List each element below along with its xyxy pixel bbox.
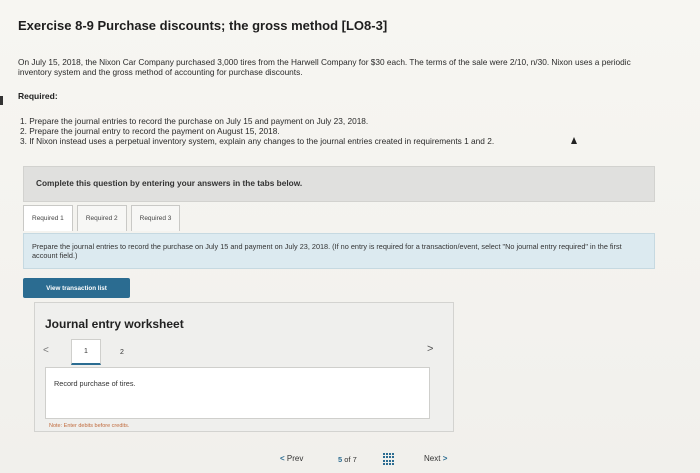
entry-description-box: Record purchase of tires. — [45, 367, 430, 419]
grid-icon[interactable] — [383, 453, 395, 465]
page-counter: 5 of 7 — [338, 455, 357, 464]
chevron-left-icon[interactable]: < — [43, 345, 49, 356]
of-label: of — [344, 455, 351, 464]
requirement-item: 2. Prepare the journal entry to record t… — [20, 126, 280, 136]
mouse-cursor-icon — [571, 137, 577, 144]
requirement-item: 1. Prepare the journal entries to record… — [20, 116, 369, 126]
tab-prompt-text: Prepare the journal entries to record th… — [32, 242, 622, 260]
worksheet-page-1[interactable]: 1 — [71, 339, 101, 365]
chevron-right-icon[interactable]: > — [427, 343, 433, 355]
worksheet-note: Note: Enter debits before credits. — [49, 423, 130, 429]
prev-button[interactable]: < Prev — [280, 454, 303, 463]
instruction-text: Complete this question by entering your … — [36, 178, 303, 188]
left-edge-marker — [0, 96, 3, 105]
tab-required-1[interactable]: Required 1 — [23, 205, 73, 231]
worksheet-title: Journal entry worksheet — [45, 317, 184, 331]
requirement-item: 3. If Nixon instead uses a perpetual inv… — [20, 136, 495, 146]
requirements-list: 1. Prepare the journal entries to record… — [20, 116, 660, 146]
tab-required-2[interactable]: Required 2 — [76, 205, 127, 231]
next-label: Next — [424, 454, 441, 463]
exercise-title: Exercise 8-9 Purchase discounts; the gro… — [18, 18, 388, 33]
required-heading: Required: — [18, 91, 58, 101]
worksheet-page-2[interactable]: 2 — [107, 339, 137, 365]
requirement-tabs: Required 1 Required 2 Required 3 — [23, 205, 184, 231]
view-transaction-list-button[interactable]: View transaction list — [23, 278, 130, 298]
next-button[interactable]: Next > — [424, 454, 447, 463]
question-navigation: < Prev 5 of 7 Next > — [280, 452, 470, 468]
exercise-intro: On July 15, 2018, the Nixon Car Company … — [18, 57, 631, 77]
chevron-left-icon: < — [280, 454, 285, 463]
entry-description: Record purchase of tires. — [54, 379, 136, 388]
assignment-page: Exercise 8-9 Purchase discounts; the gro… — [0, 0, 700, 473]
instruction-bar: Complete this question by entering your … — [23, 166, 655, 202]
prev-label: Prev — [286, 454, 304, 463]
tab-prompt-panel: Prepare the journal entries to record th… — [23, 233, 655, 269]
total-pages: 7 — [352, 455, 357, 464]
chevron-right-icon: > — [442, 454, 448, 463]
journal-entry-worksheet: Journal entry worksheet < 1 2 > Record p… — [34, 302, 454, 432]
tab-required-3[interactable]: Required 3 — [130, 205, 181, 231]
current-page: 5 — [338, 455, 343, 464]
